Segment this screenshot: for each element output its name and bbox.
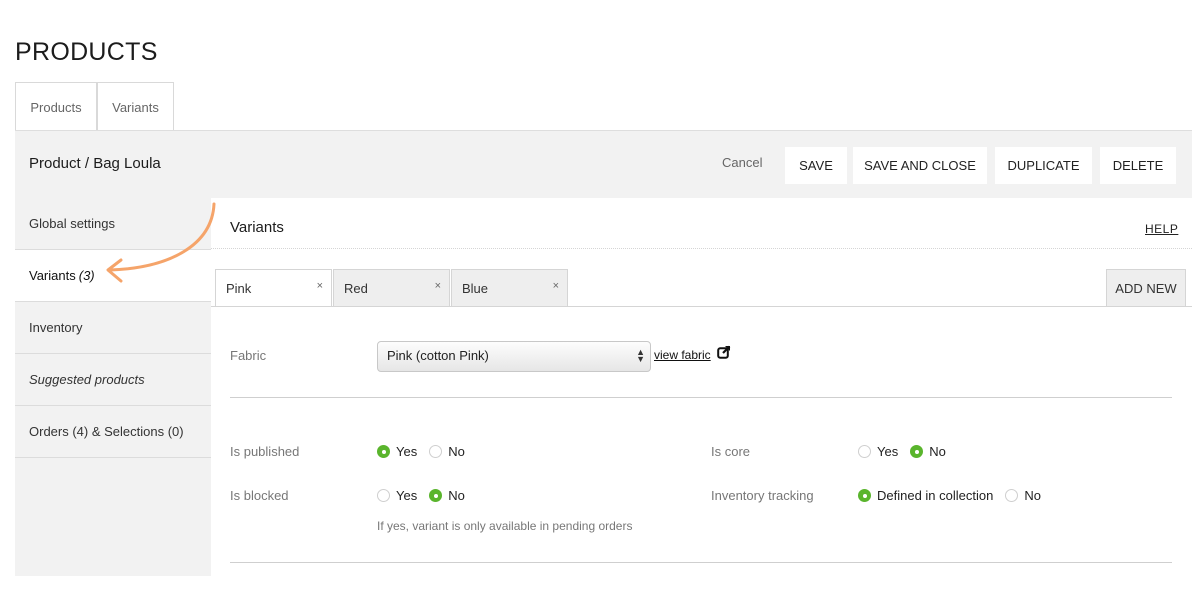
is-published-radio-group: Yes No: [377, 444, 477, 459]
is-core-radio-group: Yes No: [858, 444, 958, 459]
save-and-close-button[interactable]: SAVE AND CLOSE: [853, 147, 987, 184]
sidebar-item-label: Global settings: [29, 216, 115, 231]
sidebar-item-variants[interactable]: Variants (3): [15, 250, 211, 302]
divider: [211, 248, 1192, 249]
fabric-select-value: Pink (cotton Pink): [387, 348, 489, 363]
is-published-label: Is published: [230, 444, 300, 459]
radio-label: Defined in collection: [877, 488, 994, 503]
close-icon[interactable]: ×: [317, 280, 323, 292]
radio-unchecked-icon: [858, 445, 871, 458]
variant-tab-label: Blue: [462, 281, 489, 296]
sidebar-item-label: Variants: [29, 268, 76, 283]
inventory-tracking-radio-group: Defined in collection No: [858, 488, 1053, 503]
top-tabs: Products Variants: [15, 82, 174, 131]
sidebar-item-inventory[interactable]: Inventory: [15, 302, 211, 354]
radio-label: No: [929, 444, 946, 459]
breadcrumb: Product / Bag Loula: [29, 155, 161, 172]
variant-tab-red[interactable]: Red ×: [333, 269, 450, 307]
tab-products[interactable]: Products: [15, 82, 97, 131]
divider: [230, 397, 1172, 398]
close-icon[interactable]: ×: [435, 280, 441, 292]
is-published-yes[interactable]: Yes: [377, 444, 417, 459]
inventory-tracking-defined[interactable]: Defined in collection: [858, 488, 993, 503]
radio-label: No: [448, 488, 465, 503]
is-blocked-label: Is blocked: [230, 488, 289, 503]
view-fabric-link[interactable]: view fabric: [654, 348, 711, 362]
select-arrows-icon: ▲ ▼: [636, 347, 645, 364]
inventory-tracking-no[interactable]: No: [1005, 488, 1041, 503]
sidebar-item-count: (3): [78, 268, 95, 283]
duplicate-button[interactable]: DUPLICATE: [995, 147, 1092, 184]
add-new-button[interactable]: ADD NEW: [1106, 269, 1186, 307]
is-blocked-radio-group: Yes No: [377, 488, 477, 503]
divider: [230, 562, 1172, 563]
radio-unchecked-icon: [1005, 489, 1019, 502]
is-core-yes[interactable]: Yes: [858, 444, 898, 459]
header-bar: Product / Bag Loula Cancel SAVE SAVE AND…: [15, 130, 1192, 198]
radio-checked-icon: [429, 489, 443, 502]
section-title: Variants: [230, 219, 284, 236]
external-link-icon[interactable]: [717, 345, 731, 359]
is-core-label: Is core: [711, 444, 751, 459]
inventory-tracking-label: Inventory tracking: [711, 488, 814, 503]
divider: [211, 306, 1192, 307]
radio-label: Yes: [396, 488, 418, 503]
variant-tab-label: Pink: [226, 281, 252, 296]
delete-button[interactable]: DELETE: [1100, 147, 1176, 184]
sidebar-item-orders-selections[interactable]: Orders (4) & Selections (0): [15, 406, 211, 458]
save-button[interactable]: SAVE: [785, 147, 847, 184]
radio-label: Yes: [877, 444, 899, 459]
radio-label: Yes: [396, 444, 418, 459]
page-title: PRODUCTS: [15, 38, 158, 66]
is-blocked-yes[interactable]: Yes: [377, 488, 417, 503]
is-published-no[interactable]: No: [429, 444, 465, 459]
radio-checked-icon: [858, 489, 871, 502]
variant-tab-pink[interactable]: Pink ×: [215, 269, 332, 307]
fabric-select[interactable]: Pink (cotton Pink) ▲ ▼: [377, 341, 651, 372]
sidebar-item-label: Inventory: [29, 320, 83, 335]
help-link[interactable]: HELP: [1145, 222, 1178, 236]
fabric-label: Fabric: [230, 348, 267, 363]
is-core-no[interactable]: No: [910, 444, 946, 459]
radio-checked-icon: [377, 445, 390, 458]
variant-tab-blue[interactable]: Blue ×: [451, 269, 568, 307]
radio-label: No: [1024, 488, 1041, 503]
cancel-button[interactable]: Cancel: [722, 155, 762, 170]
sidebar-item-label: Orders (4) & Selections (0): [29, 424, 184, 439]
is-blocked-hint: If yes, variant is only available in pen…: [377, 519, 633, 533]
close-icon[interactable]: ×: [553, 280, 559, 292]
sidebar-item-suggested-products[interactable]: Suggested products: [15, 354, 211, 406]
is-blocked-no[interactable]: No: [429, 488, 465, 503]
main-panel: Variants HELP Pink × Red × Blue × ADD NE…: [211, 198, 1192, 600]
variant-tab-label: Red: [344, 281, 368, 296]
tab-variants[interactable]: Variants: [97, 82, 174, 131]
sidebar-item-global-settings[interactable]: Global settings: [15, 198, 211, 250]
radio-label: No: [448, 444, 465, 459]
radio-unchecked-icon: [377, 489, 390, 502]
radio-unchecked-icon: [429, 445, 443, 458]
radio-checked-icon: [910, 445, 924, 458]
sidebar: Global settings Variants (3) Inventory S…: [15, 198, 211, 576]
sidebar-item-label: Suggested products: [29, 372, 145, 387]
